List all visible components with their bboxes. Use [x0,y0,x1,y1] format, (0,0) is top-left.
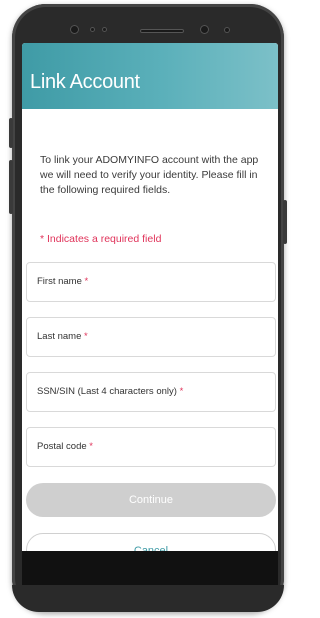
power-button [283,200,287,244]
earpiece-speaker [140,29,184,33]
navigation-bar [22,551,278,585]
required-field-note: * Indicates a required field [40,233,162,245]
app-header: Link Account [22,43,278,109]
sensor-dot-icon [102,27,107,32]
cancel-button[interactable]: Cancel [26,533,276,551]
required-mark: * [84,331,88,342]
continue-button[interactable]: Continue [26,483,276,517]
postal-code-field[interactable]: Postal code * [26,427,276,467]
app-screen: Link Account To link your ADOMYINFO acco… [22,43,278,551]
field-label: Last name * [37,331,88,342]
page-title: Link Account [30,71,140,93]
top-bezel [12,4,284,44]
first-name-field[interactable]: First name * [26,262,276,302]
field-label: Postal code * [37,441,93,452]
field-label: First name * [37,276,89,287]
intro-text: To link your ADOMYINFO account with the … [40,154,259,196]
ssn-field[interactable]: SSN/SIN (Last 4 characters only) * [26,372,276,412]
volume-up-button [9,118,13,148]
sensor-dot-icon [224,27,230,33]
last-name-field[interactable]: Last name * [26,317,276,357]
required-mark: * [89,441,93,452]
front-camera-icon [70,25,79,34]
bottom-bezel [12,585,284,612]
volume-down-button [9,160,13,214]
required-mark: * [84,276,89,287]
sensor-dot-icon [90,27,95,32]
field-label: SSN/SIN (Last 4 characters only) * [37,386,184,397]
front-camera-icon [200,25,209,34]
required-mark: * [179,386,184,397]
